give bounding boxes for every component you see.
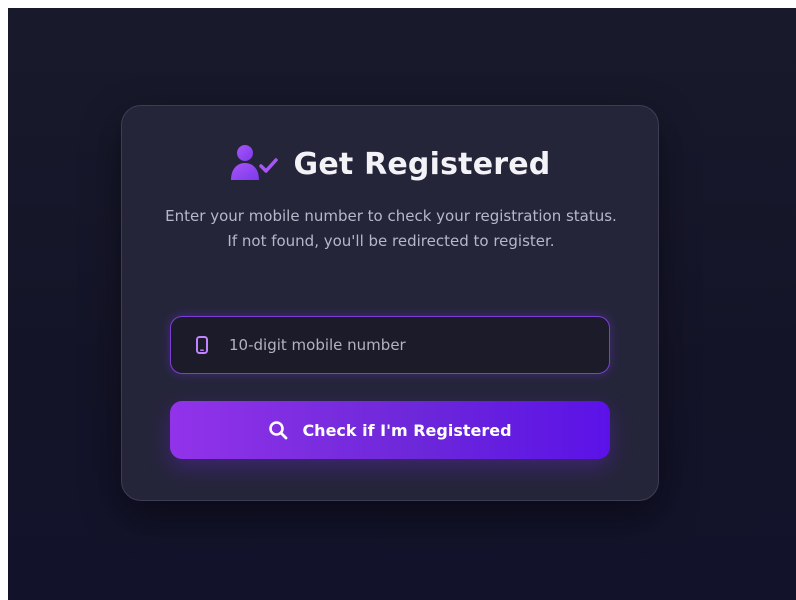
page-title: Get Registered — [293, 146, 551, 182]
user-check-icon — [230, 144, 280, 184]
check-registration-label: Check if I'm Registered — [302, 420, 512, 440]
registration-card: Get Registered Enter your mobile number … — [121, 105, 659, 501]
check-registration-button[interactable]: Check if I'm Registered — [170, 401, 610, 459]
mobile-number-field[interactable] — [170, 316, 610, 374]
phone-icon — [195, 335, 209, 355]
mobile-number-input[interactable] — [229, 317, 609, 373]
instruction-text: Enter your mobile number to check your r… — [165, 207, 617, 250]
page-background: Get Registered Enter your mobile number … — [8, 8, 796, 600]
search-icon — [268, 420, 288, 440]
card-header: Get Registered — [122, 142, 658, 186]
